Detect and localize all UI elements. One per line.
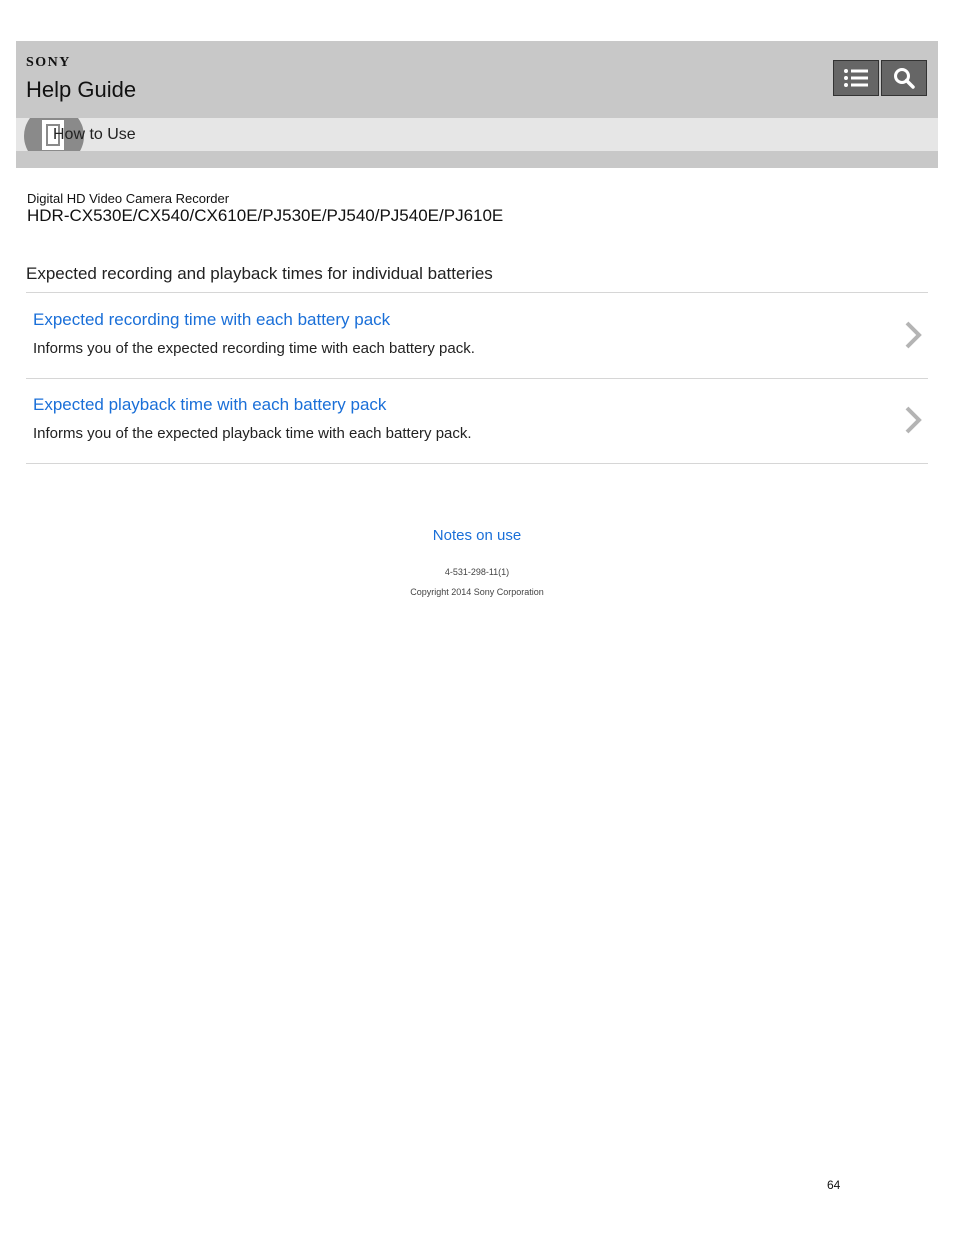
divider	[26, 378, 928, 379]
product-models: HDR-CX530E/CX540/CX610E/PJ530E/PJ540/PJ5…	[27, 206, 504, 225]
divider	[26, 463, 928, 464]
notes-on-use-link[interactable]: Notes on use	[0, 527, 954, 544]
sony-logo: SONY	[26, 55, 71, 70]
playback-time-link[interactable]: Expected playback time with each battery…	[33, 395, 386, 415]
playback-time-description: Informs you of the expected playback tim…	[33, 425, 472, 442]
search-button[interactable]	[881, 60, 927, 96]
recording-time-description: Informs you of the expected recording ti…	[33, 340, 475, 357]
list-icon	[844, 69, 868, 87]
chevron-right-icon[interactable]	[902, 320, 924, 350]
breadcrumb-how-to-use[interactable]: How to Use	[53, 126, 136, 144]
page-title: Help Guide	[26, 77, 137, 102]
document-id: 4-531-298-11(1)	[444, 567, 510, 577]
breadcrumb: How to Use	[16, 118, 938, 151]
section-heading: Expected recording and playback times fo…	[26, 264, 493, 283]
copyright: Copyright 2014 Sony Corporation	[410, 587, 544, 597]
divider	[26, 292, 928, 293]
chevron-right-icon[interactable]	[902, 405, 924, 435]
product-category: Digital HD Video Camera Recorder	[27, 191, 230, 206]
search-icon	[894, 68, 915, 89]
page-number: 64	[827, 1178, 841, 1192]
header-bar: SONY Help Guide How to Use	[16, 41, 938, 168]
recording-time-link[interactable]: Expected recording time with each batter…	[33, 310, 390, 330]
menu-button[interactable]	[833, 60, 879, 96]
